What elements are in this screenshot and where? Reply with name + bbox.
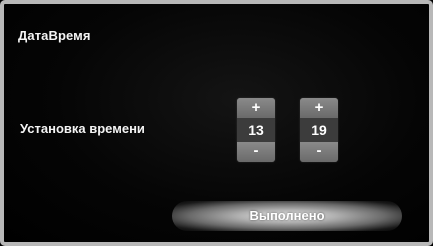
minutes-value: 19 [300, 118, 338, 142]
hours-value: 13 [237, 118, 275, 142]
hours-spinner: + 13 - [237, 98, 275, 162]
screen-title: ДатаВремя [18, 28, 91, 43]
time-setting-label: Установка времени [20, 121, 145, 136]
hours-increment-button[interactable]: + [237, 98, 275, 118]
datetime-screen: ДатаВремя Установка времени + 13 - + 19 … [0, 0, 433, 246]
done-button[interactable]: Выполнено [172, 201, 402, 231]
minutes-spinner: + 19 - [300, 98, 338, 162]
hours-decrement-button[interactable]: - [237, 142, 275, 162]
minutes-increment-button[interactable]: + [300, 98, 338, 118]
minutes-decrement-button[interactable]: - [300, 142, 338, 162]
